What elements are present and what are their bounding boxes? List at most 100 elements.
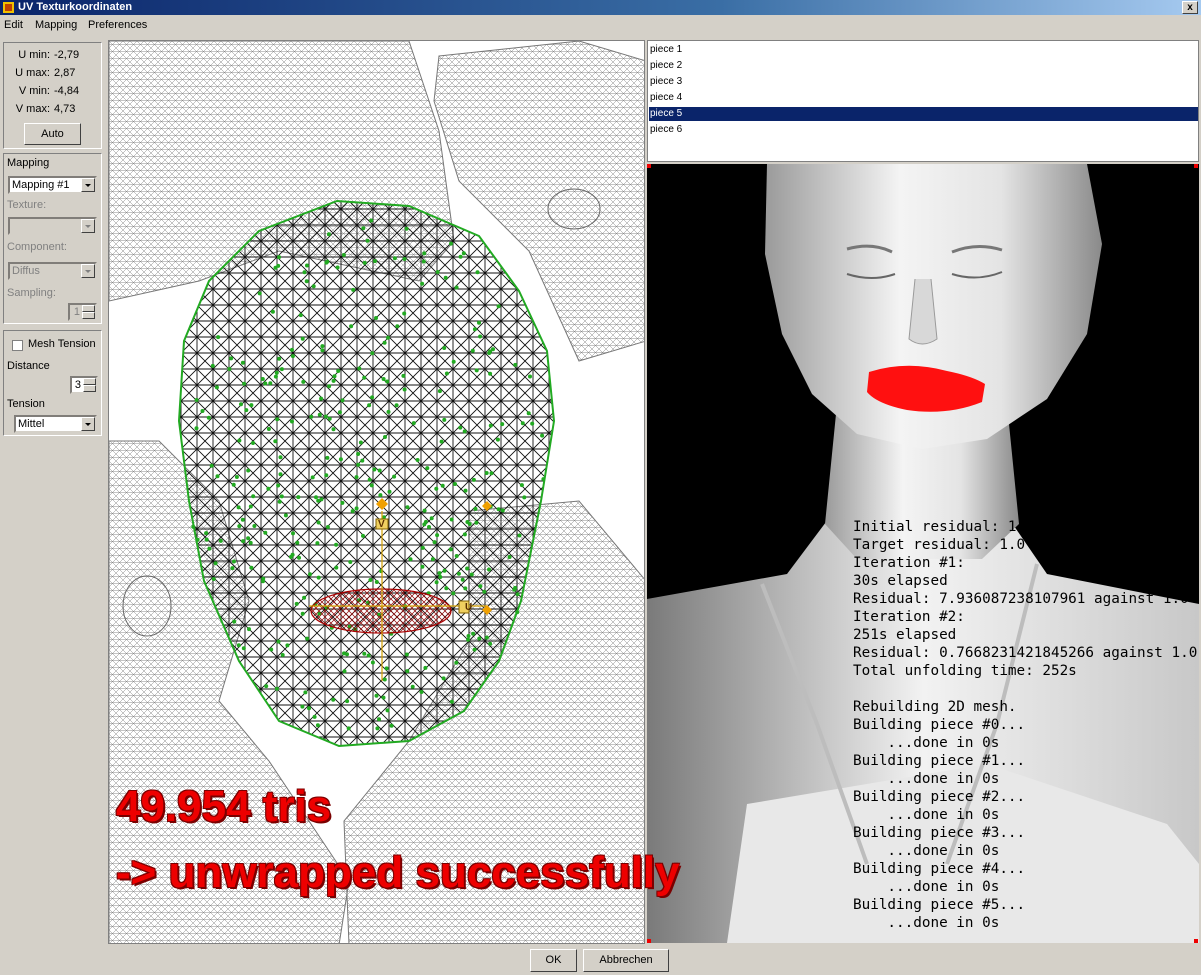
title-bar: UV Texturkoordinaten x: [0, 0, 1201, 15]
handle-u-label[interactable]: U: [465, 602, 472, 613]
spin-up-icon[interactable]: [82, 305, 95, 312]
list-item[interactable]: piece 4: [649, 91, 1198, 105]
uv-vertex: [374, 580, 379, 584]
chevron-down-icon[interactable]: [81, 264, 95, 278]
mapping-select[interactable]: Mapping #1: [8, 176, 97, 194]
uv-vertex: [404, 226, 409, 231]
chevron-down-icon[interactable]: [81, 417, 95, 431]
uv-vertex: [242, 381, 247, 386]
uv-vertex: [269, 647, 274, 652]
distance-value: 3: [74, 379, 81, 391]
spin-down-icon[interactable]: [83, 385, 96, 392]
uv-island-active[interactable]: [177, 199, 556, 748]
menu-preferences[interactable]: Preferences: [88, 19, 147, 31]
mesh-tension-checkbox[interactable]: [12, 340, 23, 351]
v-max-label: V max:: [15, 103, 50, 115]
uv-vertex: [475, 270, 480, 275]
uv-vertex: [279, 367, 284, 372]
list-item[interactable]: piece 1: [649, 43, 1198, 57]
sampling-value: 1: [73, 306, 80, 318]
uv-vertex: [278, 472, 283, 477]
app-icon: [3, 2, 14, 13]
menu-mapping[interactable]: Mapping: [35, 19, 77, 31]
sampling-spinner[interactable]: 1: [68, 303, 97, 321]
uv-vertex: [443, 275, 448, 280]
uv-vertex: [515, 592, 520, 597]
spin-down-icon[interactable]: [82, 312, 95, 319]
auto-button[interactable]: Auto: [24, 123, 81, 145]
uv-vertex: [204, 537, 209, 542]
tension-select[interactable]: Mittel: [14, 415, 97, 433]
list-item-selected[interactable]: piece 5: [649, 107, 1198, 121]
uv-vertex: [298, 313, 303, 318]
uv-vertex: [374, 693, 379, 698]
uv-vertex: [482, 589, 487, 594]
cancel-button[interactable]: Abbrechen: [583, 949, 669, 972]
mesh-tension-label: Mesh Tension: [28, 338, 96, 350]
spin-up-icon[interactable]: [83, 378, 96, 385]
handle-v-label[interactable]: V: [378, 519, 385, 530]
uv-vertex: [325, 525, 330, 529]
uv-vertex: [307, 706, 311, 711]
uv-vertex: [470, 348, 475, 353]
uv-vertex: [230, 566, 235, 571]
uv-vertex: [517, 533, 522, 538]
texture-select[interactable]: [8, 217, 97, 235]
uv-vertex: [232, 619, 237, 624]
uv-vertex: [389, 723, 394, 728]
close-button[interactable]: x: [1182, 1, 1198, 14]
ok-button[interactable]: OK: [530, 949, 577, 972]
uv-vertex: [442, 568, 447, 573]
uv-vertex: [273, 265, 278, 270]
list-item[interactable]: piece 6: [649, 123, 1198, 137]
uv-vertex: [528, 374, 532, 379]
uv-vertex: [466, 634, 471, 638]
log-line: Residual: 7.936087238107961 against 1.0: [853, 591, 1189, 607]
uv-vertex: [323, 414, 328, 419]
uv-vertex: [350, 509, 355, 514]
uv-vertex: [438, 575, 443, 579]
uv-vertex: [421, 259, 426, 264]
uv-vertex: [474, 520, 479, 525]
distance-spinner[interactable]: 3: [70, 376, 98, 394]
uv-vertex: [442, 417, 447, 422]
uv-vertex: [285, 643, 290, 648]
list-item[interactable]: piece 3: [649, 75, 1198, 89]
uv-vertex: [515, 610, 520, 615]
uv-vertex: [540, 433, 545, 438]
uv-vertex: [392, 474, 397, 479]
bounds-panel: U min: -2,79 U max: 2,87 V min: -4,84 V …: [3, 42, 102, 149]
uv-vertex: [345, 652, 349, 657]
uv-vertex: [365, 238, 370, 243]
uv-vertex: [362, 375, 367, 380]
log-line: Building piece #0...: [853, 717, 1026, 733]
uv-vertex: [473, 506, 478, 511]
uv-vertex: [326, 232, 331, 237]
uv-vertex: [477, 320, 481, 325]
log-line: Target residual: 1.0: [853, 537, 1026, 553]
uv-vertex: [290, 419, 294, 424]
uv-vertex: [337, 410, 342, 415]
uv-vertex: [276, 483, 281, 488]
log-line: 30s elapsed: [853, 573, 948, 589]
uv-vertex: [320, 348, 325, 353]
corner-marker: [1194, 164, 1198, 168]
uv-vertex: [277, 255, 281, 260]
chevron-down-icon[interactable]: [81, 178, 95, 192]
chevron-down-icon[interactable]: [81, 219, 95, 233]
piece-list[interactable]: piece 1 piece 2 piece 3 piece 4 piece 5 …: [647, 40, 1199, 162]
uv-vertex: [336, 369, 341, 373]
uv-vertex: [360, 458, 365, 463]
component-select[interactable]: Diffus: [8, 262, 97, 280]
uv-vertex: [385, 379, 390, 384]
uv-vertex: [402, 387, 407, 392]
uv-vertex: [239, 402, 243, 407]
menu-edit[interactable]: Edit: [4, 19, 23, 31]
uv-vertex: [273, 374, 278, 379]
uv-vertex: [381, 377, 386, 381]
uv-vertex: [368, 578, 373, 582]
list-item[interactable]: piece 2: [649, 59, 1198, 73]
uv-vertex: [204, 531, 209, 536]
3d-preview[interactable]: Initial residual: 1472. Target residual: …: [647, 164, 1199, 943]
uv-vertex: [362, 260, 367, 265]
